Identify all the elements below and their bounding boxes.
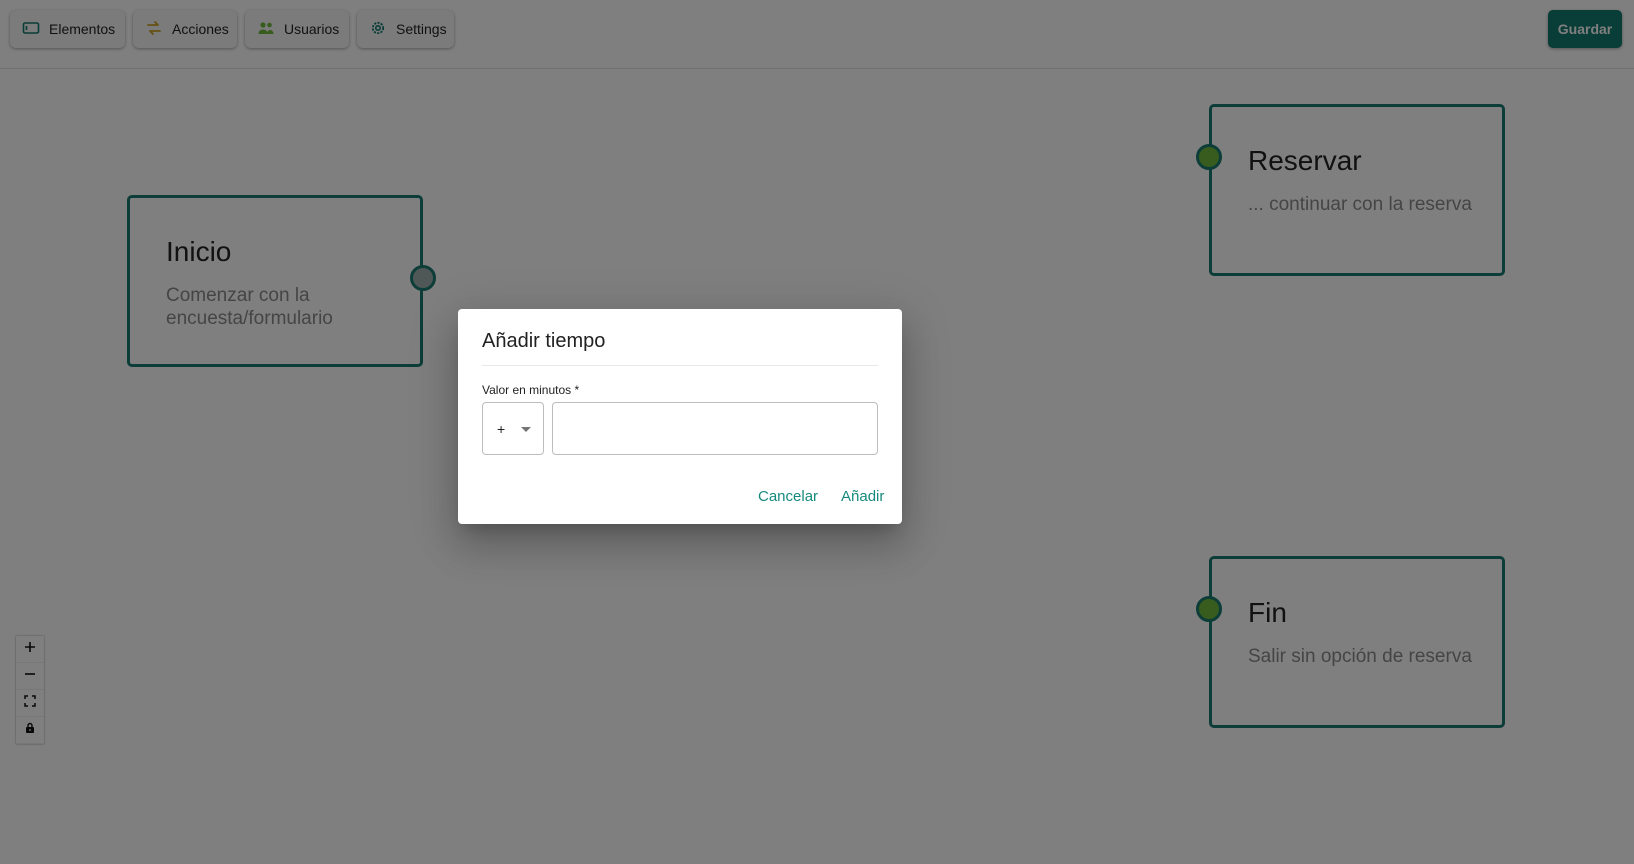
minutes-field-label: Valor en minutos * [482, 383, 580, 397]
dialog-divider [482, 365, 878, 366]
sign-select-value: + [497, 420, 506, 437]
chevron-down-icon [521, 427, 531, 432]
cancel-button[interactable]: Cancelar [758, 488, 818, 505]
add-button[interactable]: Añadir [841, 488, 884, 505]
sign-select[interactable]: + [482, 402, 544, 455]
minutes-input[interactable] [552, 402, 878, 455]
add-time-dialog: Añadir tiempo Valor en minutos * + Cance… [458, 309, 902, 524]
app: Elementos Acciones Usuarios Settings Gua… [0, 0, 1634, 864]
dialog-title: Añadir tiempo [482, 330, 606, 352]
